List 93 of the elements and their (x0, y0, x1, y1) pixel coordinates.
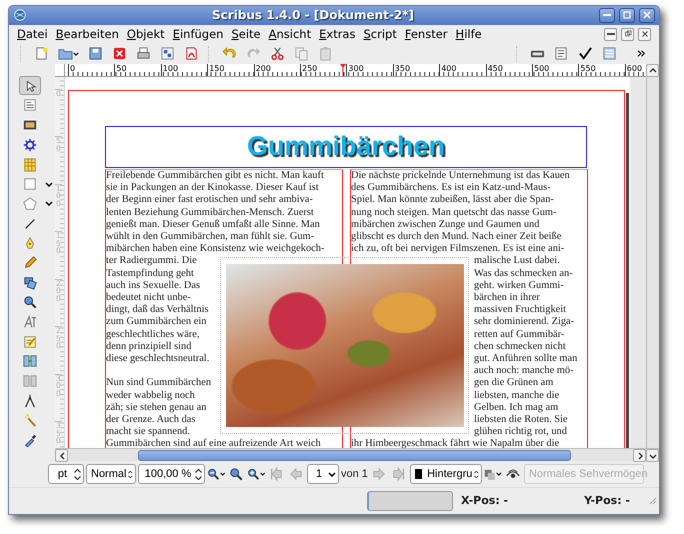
unit-select[interactable]: pt (48, 464, 84, 484)
pen-icon (23, 236, 37, 250)
wand-icon (23, 413, 37, 428)
minimize-icon (603, 14, 611, 16)
photo-placeholder[interactable] (226, 264, 464, 427)
body-paragraph: Nun sind Gummibärchen weder wabbelig noch zäh; sie stehen genau an der Grenze. Auch das macht sie spannend. Gummibärchen sind auf eine aufreizende Art weich (106, 377, 322, 448)
scroll-left-button[interactable] (55, 449, 68, 462)
line-icon (23, 216, 37, 231)
save-icon (88, 46, 102, 62)
restore-button[interactable] (621, 28, 634, 41)
square-icon (23, 177, 37, 192)
close-button[interactable] (638, 28, 651, 41)
pdf-icon (184, 46, 198, 62)
caret-icon (328, 472, 336, 477)
page-count: von 1 (341, 466, 368, 482)
spinner-icon (128, 468, 133, 480)
new-document-icon (34, 46, 48, 62)
rotate-icon (23, 276, 37, 290)
menu-item[interactable]: Bearbeiten (52, 24, 123, 44)
menu-item[interactable]: Script (359, 24, 401, 44)
pencil-icon (23, 256, 37, 270)
first-page-icon (269, 467, 283, 482)
menu-item[interactable]: Ansicht (264, 24, 316, 44)
link-frames-icon (23, 354, 37, 368)
preview-icon (484, 468, 496, 481)
table-icon (23, 158, 37, 172)
scroll-up-button[interactable] (646, 64, 659, 77)
eyedropper-icon (23, 433, 37, 448)
maximize-button[interactable] (619, 8, 635, 23)
mode-select[interactable]: Normal (86, 464, 136, 484)
spinner-icon (474, 468, 479, 480)
scissors-icon (270, 46, 284, 62)
globe-icon (13, 8, 27, 22)
caret-icon (72, 52, 78, 56)
swatch-icon (414, 469, 422, 480)
menu-item[interactable]: Datei (13, 24, 52, 44)
ruler-marker (340, 64, 346, 76)
magnifier-icon (23, 295, 37, 310)
minimize-icon (606, 33, 614, 36)
gear-icon (23, 138, 37, 152)
caret-icon (45, 182, 53, 187)
zoom-in-icon (247, 467, 260, 482)
body-paragraph: Freilebende Gummibärchen gibt es nicht. Man kauft sie in Packungen an der Kinokasse. Dieser Kauf ist der Beginn einer fast erotischen und sehr ambiva- lenten Beziehung Gummibärchen-Mensch. Zuerst genießt man. Dieser Genuß umfaßt alle Sinne. Man wühlt in den Gummibärchen, man fühlt sie. Gum- mibärchen haben eine Konsistenz wie weichgekoch- ter Radiergummi. Die Tastempfindung geht auch ins Sexuelle. Das bedeutet nicht unbe- dingt, daß das Verhältnis zum Gummibärchen ein geschlechtliches wäre, denn prinzipiell sind diese geschlechtsneutral. (106, 170, 326, 366)
scroll-down-button[interactable] (646, 449, 659, 462)
menu-item[interactable]: Extras (315, 24, 360, 44)
panel-icon (602, 46, 616, 62)
minimize-button[interactable] (604, 28, 617, 41)
close-icon (641, 9, 653, 22)
caret-icon (260, 472, 265, 476)
last-page-icon (392, 467, 406, 482)
page-select[interactable]: 1 (307, 464, 339, 484)
next-page-icon (372, 467, 386, 482)
checklist-icon (160, 46, 174, 62)
vertical-scrollbar[interactable] (646, 76, 659, 448)
close-icon (640, 29, 650, 40)
compass-icon (23, 394, 37, 408)
menu-item[interactable]: Objekt (122, 24, 169, 44)
previous-page-icon (289, 467, 303, 482)
spinner-icon (195, 468, 202, 480)
caret-icon (45, 201, 53, 206)
paste-icon (318, 46, 332, 62)
spinner-icon (74, 468, 81, 480)
picture-frame-icon (23, 118, 37, 132)
checkmark-icon (578, 46, 592, 62)
menu-item[interactable]: Seite (227, 24, 265, 44)
unlink-frames-icon (23, 374, 37, 388)
layer-select[interactable]: Hintergru (410, 464, 482, 484)
letter-icon (23, 315, 37, 330)
zoom-field[interactable]: 100,00 % (138, 464, 205, 484)
caret-icon (496, 472, 502, 476)
close-button[interactable] (639, 8, 655, 23)
scroll-right-button[interactable] (633, 449, 646, 462)
menu-item[interactable]: Hilfe (452, 24, 486, 44)
tool-button[interactable] (19, 76, 41, 96)
magnifier-icon (229, 467, 243, 482)
text-frame-icon (23, 98, 37, 112)
menu-item[interactable]: Fenster (400, 24, 452, 44)
zoom-out-icon (207, 467, 220, 482)
window-title: Scribus 1.4.0 - [Dokument-2*] (212, 8, 414, 22)
pentagon-icon (23, 196, 37, 211)
copy-icon (294, 46, 308, 62)
notepad-icon (23, 334, 37, 349)
caret-icon (220, 472, 225, 476)
minimize-button[interactable] (599, 8, 615, 23)
document-title: Gummibärchen (246, 133, 446, 160)
menu-item[interactable]: Einfügen (168, 24, 228, 44)
close-document-icon (112, 46, 126, 62)
document-list-icon (554, 46, 568, 62)
printer-icon (136, 46, 150, 62)
x-position: X-Pos: - (461, 492, 508, 509)
double-chevron-icon (636, 48, 646, 60)
y-position: Y-Pos: - (584, 492, 630, 509)
maximize-icon (621, 9, 633, 22)
